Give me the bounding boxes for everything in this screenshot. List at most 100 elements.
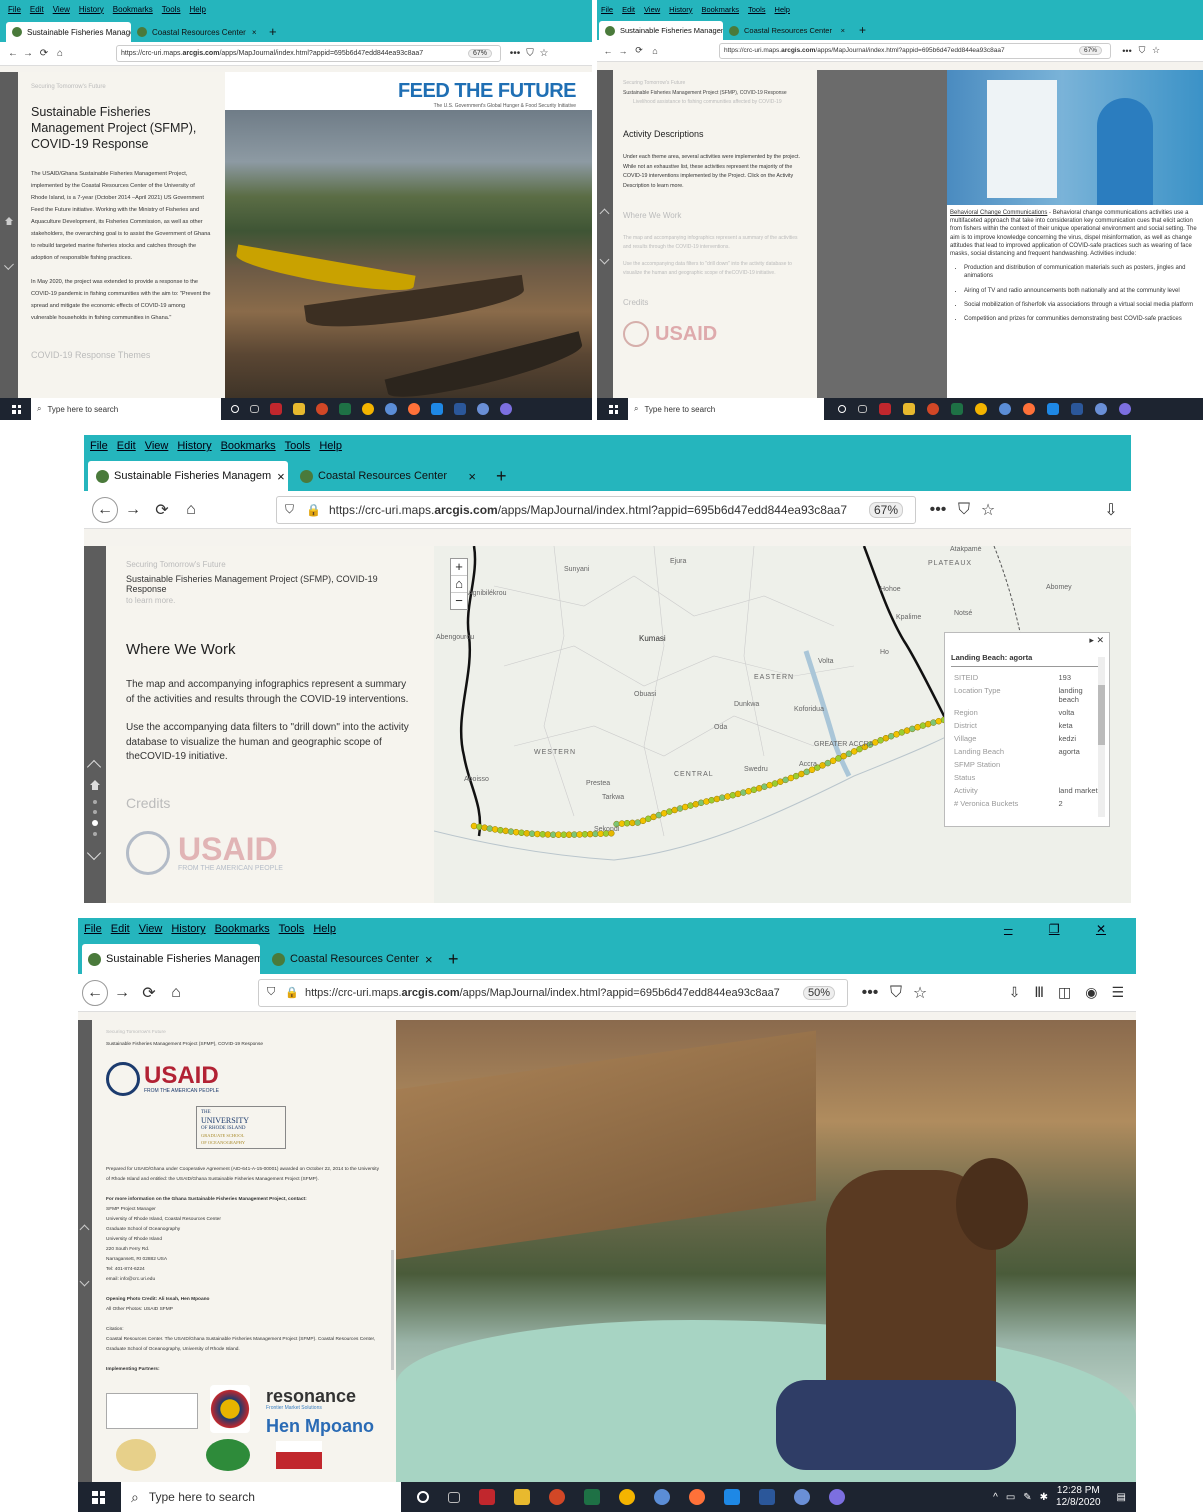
firefox-icon[interactable] [1023, 403, 1035, 415]
excel-icon[interactable] [339, 403, 351, 415]
new-tab-button[interactable]: + [488, 461, 515, 491]
acrobat-icon[interactable] [879, 403, 891, 415]
windows-start-icon[interactable] [12, 404, 21, 414]
credits-label[interactable]: Credits [623, 298, 807, 307]
menu-file[interactable]: File [601, 5, 613, 14]
back-button[interactable]: ← [82, 979, 108, 1006]
acrobat-icon[interactable] [270, 403, 282, 415]
acrobat-icon[interactable] [479, 1489, 495, 1505]
app-icon[interactable] [1119, 403, 1131, 415]
tab-crc[interactable]: Coastal Resources Center × [723, 21, 851, 40]
powerpoint-icon[interactable] [316, 403, 328, 415]
chrome-icon[interactable] [975, 403, 987, 415]
menu-edit[interactable]: Edit [622, 5, 635, 14]
next-icon[interactable]: ▸ [1089, 635, 1094, 645]
menu-view[interactable]: View [644, 5, 660, 14]
menu-tools[interactable]: Tools [748, 5, 766, 14]
url-bar[interactable]: ⛉ 🔒 https://crc-uri.maps. arcgis.com/apps/… [258, 978, 848, 1007]
menu-tools[interactable]: Tools [285, 440, 311, 452]
app-icon[interactable] [1047, 403, 1059, 415]
account-icon[interactable]: ◉ [1085, 984, 1097, 1001]
word-icon[interactable] [759, 1489, 775, 1505]
menu-help[interactable]: Help [189, 5, 205, 14]
chevron-up-icon[interactable] [599, 208, 610, 219]
file-explorer-icon[interactable] [903, 403, 915, 415]
reload-button[interactable]: ⟳ [631, 45, 647, 56]
back-button[interactable]: ← [6, 48, 20, 59]
zoom-indicator[interactable]: 67% [1078, 46, 1102, 55]
back-button[interactable]: ← [92, 496, 118, 523]
menu-file[interactable]: File [90, 440, 108, 452]
menu-history[interactable]: History [79, 5, 104, 14]
tab-crc[interactable]: Coastal Resources Center × [260, 944, 440, 974]
url-bar[interactable]: ⛉ 🔒 https://crc-uri.maps. arcgis.com/apps/… [276, 495, 916, 524]
menu-bookmarks[interactable]: Bookmarks [702, 5, 740, 14]
pocket-icon[interactable]: ⛉ [952, 501, 976, 519]
cortana-icon[interactable] [231, 405, 239, 413]
tab-sfmp[interactable]: Sustainable Fisheries Managem× [599, 21, 723, 40]
chrome-icon[interactable] [619, 1489, 635, 1505]
close-icon[interactable]: × [835, 26, 845, 35]
popup-scrollbar[interactable] [1098, 657, 1105, 817]
firefox-icon[interactable] [689, 1489, 705, 1505]
excel-icon[interactable] [584, 1489, 600, 1505]
app-icon[interactable] [829, 1489, 845, 1505]
new-tab-button[interactable]: + [261, 22, 285, 42]
credits-label[interactable]: Credits [126, 795, 414, 811]
task-view-icon[interactable] [250, 405, 259, 413]
close-icon[interactable]: ✕ [1096, 635, 1104, 645]
nav-dots[interactable] [92, 800, 98, 836]
app-icon[interactable] [500, 403, 512, 415]
star-icon[interactable]: ☆ [537, 48, 551, 59]
chevron-down-icon[interactable] [79, 1276, 90, 1287]
library-icon[interactable]: Ⅲ [1034, 984, 1044, 1001]
zoom-indicator[interactable]: 67% [467, 49, 492, 58]
back-button[interactable]: ← [601, 46, 615, 56]
star-icon[interactable]: ☆ [976, 500, 1000, 520]
menu-file[interactable]: File [84, 923, 102, 935]
menu-edit[interactable]: Edit [117, 440, 136, 452]
chevron-down-icon[interactable] [599, 254, 610, 265]
app-icon[interactable] [1095, 403, 1107, 415]
menu-help[interactable]: Help [319, 440, 342, 452]
new-tab-button[interactable]: + [440, 944, 467, 974]
chevron-down-icon[interactable] [4, 260, 14, 270]
menu-tools[interactable]: Tools [162, 5, 181, 14]
home-button[interactable]: ⌂ [647, 46, 663, 56]
next-section-label[interactable]: COVID-19 Response Themes [31, 350, 212, 360]
tab-sfmp[interactable]: Sustainable Fisheries Managem× [6, 22, 131, 42]
menu-history[interactable]: History [171, 923, 205, 935]
pocket-icon[interactable]: ⛉ [884, 984, 908, 1002]
home-button[interactable]: ⌂ [52, 48, 68, 59]
app-icon[interactable] [724, 1489, 740, 1505]
chevron-up-icon[interactable] [79, 1224, 90, 1235]
reload-button[interactable]: ⟳ [148, 500, 176, 520]
app-icon[interactable] [431, 403, 443, 415]
word-icon[interactable] [454, 403, 466, 415]
menu-tools[interactable]: Tools [279, 923, 305, 935]
star-icon[interactable]: ☆ [908, 983, 932, 1003]
file-explorer-icon[interactable] [293, 403, 305, 415]
ghana-map[interactable]: + ⌂ − Sunyani Ejura Kumasi Obuasi Kofori… [434, 546, 1131, 903]
network-icon[interactable]: ▭ [1006, 1492, 1015, 1503]
bluetooth-icon[interactable]: ✱ [1040, 1492, 1048, 1503]
task-view-icon[interactable] [448, 1491, 460, 1503]
firefox-icon[interactable] [408, 403, 420, 415]
bcc-link[interactable]: Behavioral Change Communications [950, 210, 1047, 216]
taskbar-search[interactable]: ⌕ Type here to search [31, 398, 221, 420]
close-icon[interactable]: × [462, 469, 476, 484]
more-button[interactable]: ••• [507, 48, 523, 59]
new-tab-button[interactable]: + [851, 21, 874, 40]
next-section-label[interactable]: Where We Work [623, 211, 807, 220]
app-icon[interactable] [385, 403, 397, 415]
file-explorer-icon[interactable] [514, 1489, 530, 1505]
menu-bookmarks[interactable]: Bookmarks [113, 5, 153, 14]
reload-button[interactable]: ⟳ [136, 983, 162, 1003]
tray-chevron-icon[interactable]: ^ [993, 1492, 998, 1503]
app-icon[interactable] [999, 403, 1011, 415]
forward-button[interactable]: → [118, 501, 148, 519]
reload-button[interactable]: ⟳ [36, 48, 52, 59]
download-icon[interactable]: ⇩ [1009, 984, 1021, 1001]
tab-crc[interactable]: Coastal Resources Center × [131, 22, 261, 42]
minimize-icon[interactable]: ─ [992, 922, 1025, 936]
